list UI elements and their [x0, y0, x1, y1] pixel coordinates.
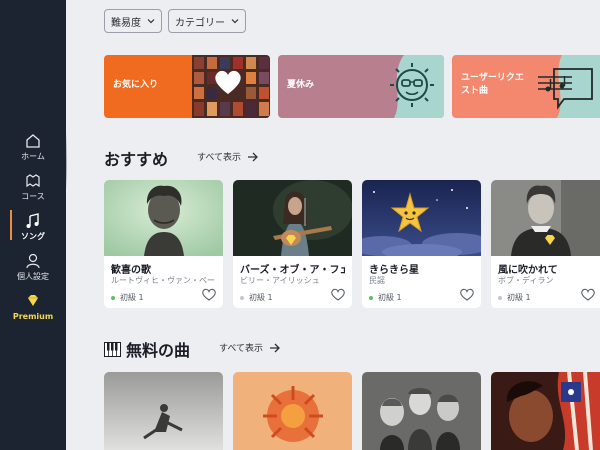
heart-outline-icon[interactable] — [331, 288, 345, 301]
song-artist: 民謡 — [369, 276, 385, 285]
song-card[interactable]: 歓喜の歌 ルートヴィヒ・ヴァン・ベートーヴェン 初級 1 — [104, 180, 223, 308]
sidebar-item-label: コース — [21, 192, 45, 201]
difficulty-filter-label: 難易度 — [111, 17, 141, 29]
premium-diamond-icon — [286, 235, 296, 245]
song-level: 初級 1 — [111, 292, 144, 303]
arrow-right-icon — [248, 152, 258, 161]
banner-summer-label: 夏休み — [287, 80, 315, 90]
sidebar-item-label: ホーム — [21, 152, 45, 161]
song-title: 歓喜の歌 — [111, 265, 151, 276]
sidebar-item-label: Premium — [12, 312, 54, 321]
course-icon — [26, 174, 40, 188]
song-level: 初級 1 — [240, 292, 273, 303]
level-dot — [369, 295, 373, 300]
song-thumbnail — [104, 180, 223, 256]
see-all-recommended[interactable]: すべて表示 — [197, 150, 259, 163]
sidebar-wave-edge — [58, 0, 67, 450]
song-level: 初級 1 — [369, 292, 402, 303]
banner-favorites[interactable]: お気に入り — [104, 55, 270, 118]
banner-user-requests-label: ユーザーリクエ スト曲 — [461, 72, 524, 98]
sidebar-item-label: 個人設定 — [17, 272, 49, 281]
song-card[interactable]: きらきら星 民謡 初級 1 — [362, 180, 481, 308]
level-label: 初級 1 — [378, 293, 402, 302]
user-icon — [26, 253, 40, 269]
premium-diamond-icon — [545, 235, 555, 245]
section-title-label: 無料の曲 — [126, 341, 191, 360]
see-all-label: すべて表示 — [197, 153, 242, 163]
arrow-right-icon — [270, 343, 280, 352]
level-dot — [111, 295, 115, 300]
free-song-thumbnail[interactable] — [104, 372, 223, 450]
banner-user-requests[interactable]: ユーザーリクエ スト曲 — [452, 55, 600, 118]
banner-label-line1: ユーザーリクエ — [461, 73, 524, 83]
song-artist: ビリー・アイリッシュ — [240, 276, 320, 285]
section-title-free-songs: 無料の曲 — [104, 337, 190, 361]
category-filter[interactable]: カテゴリー — [168, 9, 246, 33]
free-song-thumbnail[interactable] — [233, 372, 352, 450]
chevron-down-icon — [147, 19, 155, 24]
song-level: 初級 1 — [498, 292, 531, 303]
song-title: きらきら星 — [369, 265, 419, 276]
heart-outline-icon[interactable] — [581, 288, 595, 301]
sidebar-item-songs[interactable]: ソング — [0, 210, 66, 242]
free-song-thumbnail[interactable] — [362, 372, 481, 450]
sidebar-item-profile[interactable]: 個人設定 — [0, 252, 66, 282]
song-title: バーズ・オブ・ア・フェザー — [240, 265, 345, 276]
song-thumbnail — [362, 180, 481, 256]
song-artist: ルートヴィヒ・ヴァン・ベートーヴェン — [111, 276, 216, 285]
music-notes-icon — [26, 213, 39, 228]
piano-keys-icon — [104, 341, 121, 357]
level-dot — [498, 295, 502, 300]
heart-icon — [215, 70, 241, 94]
heart-outline-icon[interactable] — [460, 288, 474, 301]
sun-sunglasses-icon — [390, 55, 444, 118]
level-label: 初級 1 — [249, 293, 273, 302]
sidebar-item-premium[interactable]: Premium — [0, 292, 66, 322]
see-all-free-songs[interactable]: すべて表示 — [219, 341, 281, 354]
song-card[interactable]: 風に吹かれて ボブ・ディラン 初級 1 — [491, 180, 600, 308]
sidebar-item-home[interactable]: ホーム — [0, 132, 66, 162]
home-icon — [26, 134, 40, 148]
banner-summer[interactable]: 夏休み — [278, 55, 444, 118]
chevron-down-icon — [231, 19, 239, 24]
banner-label-line2: スト曲 — [461, 86, 489, 96]
song-card[interactable]: バーズ・オブ・ア・フェザー ビリー・アイリッシュ 初級 1 — [233, 180, 352, 308]
sidebar: ホーム コース ソング 個人設定 Premium — [0, 0, 66, 450]
sidebar-item-label: ソング — [21, 232, 45, 241]
free-song-thumbnail[interactable] — [491, 372, 600, 450]
song-title: 風に吹かれて — [498, 265, 558, 276]
level-label: 初級 1 — [120, 293, 144, 302]
level-label: 初級 1 — [507, 293, 531, 302]
song-artist: ボブ・ディラン — [498, 276, 554, 285]
category-filter-label: カテゴリー — [175, 17, 225, 29]
difficulty-filter[interactable]: 難易度 — [104, 9, 162, 33]
see-all-label: すべて表示 — [219, 344, 264, 354]
banner-favorites-label: お気に入り — [113, 80, 159, 90]
heart-outline-icon[interactable] — [202, 288, 216, 301]
diamond-icon — [28, 295, 38, 306]
section-title-recommended: おすすめ — [104, 150, 169, 169]
speech-bubble-notes-icon — [538, 55, 600, 118]
level-dot — [240, 295, 244, 300]
sidebar-item-course[interactable]: コース — [0, 172, 66, 202]
